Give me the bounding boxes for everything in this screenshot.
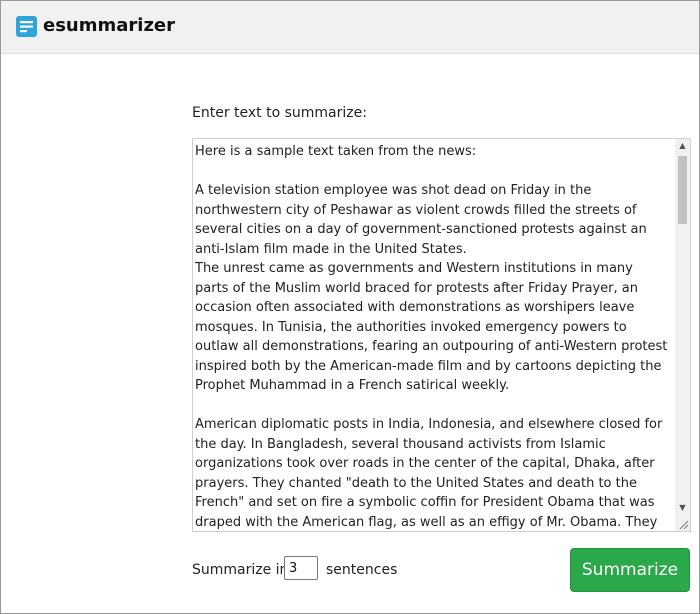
scroll-up-arrow-icon[interactable]: ▲ xyxy=(675,139,690,153)
navbar: esummarizer xyxy=(1,1,699,54)
text-input-content[interactable]: Here is a sample text taken from the new… xyxy=(195,142,669,531)
resize-handle-icon[interactable] xyxy=(677,518,689,530)
vertical-scrollbar[interactable]: ▲ ▼ xyxy=(675,139,690,531)
document-lines-icon[interactable] xyxy=(16,16,37,37)
app-window: esummarizer Enter text to summarize: Her… xyxy=(0,0,700,614)
scroll-down-arrow-icon[interactable]: ▼ xyxy=(675,501,690,515)
summarize-in-label: Summarize in xyxy=(192,562,289,578)
text-input-area[interactable]: Here is a sample text taken from the new… xyxy=(192,138,691,532)
sentences-label: sentences xyxy=(326,562,398,578)
brand-name[interactable]: esummarizer xyxy=(43,13,175,39)
input-prompt-label: Enter text to summarize: xyxy=(192,105,367,121)
sentence-count-input[interactable] xyxy=(284,556,318,580)
scrollbar-thumb[interactable] xyxy=(678,156,687,224)
summarize-button[interactable]: Summarize xyxy=(570,548,690,592)
